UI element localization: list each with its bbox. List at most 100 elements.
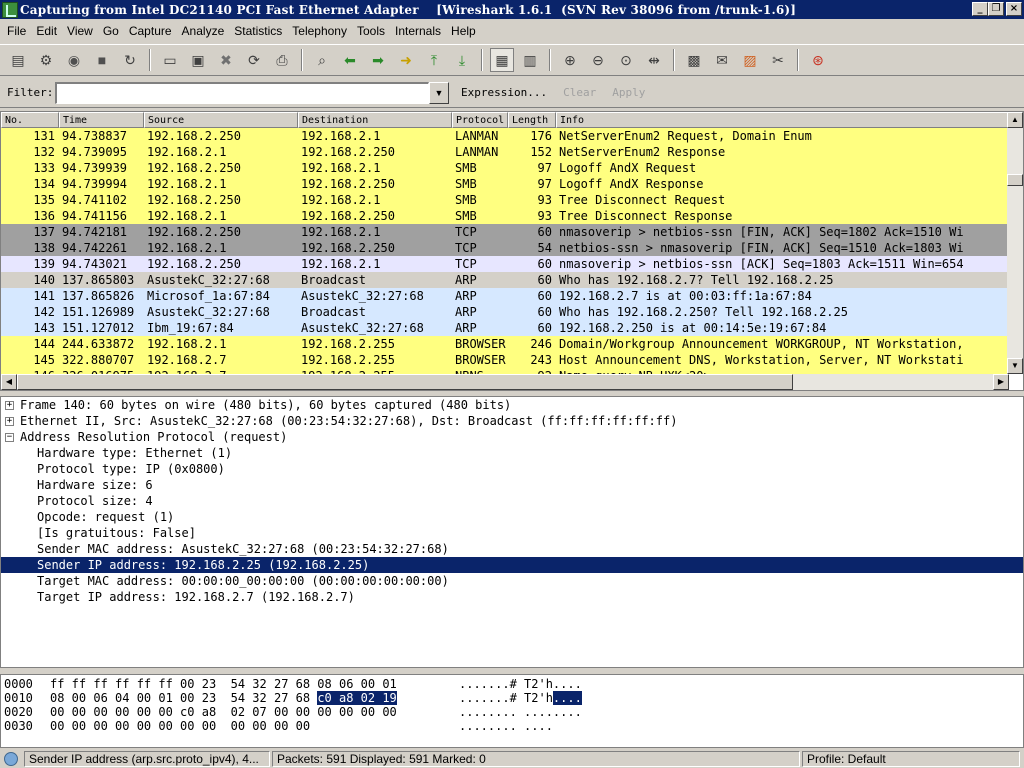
- packet-list-hscrollbar[interactable]: ◀ ▶: [1, 374, 1009, 390]
- coloring-rules-button[interactable]: ▨: [738, 48, 762, 72]
- packet-row[interactable]: 141 137.865826 Microsof_1a:67:84 AsustekC_3…: [1, 288, 1009, 304]
- menu-analyze[interactable]: Analyze: [177, 22, 230, 41]
- options-button[interactable]: ⚙: [34, 48, 58, 72]
- menu-edit[interactable]: Edit: [31, 22, 62, 41]
- save-button[interactable]: ▣: [186, 48, 210, 72]
- expand-icon[interactable]: +: [5, 416, 14, 426]
- first-button[interactable]: ⤒: [422, 48, 446, 72]
- packet-row[interactable]: 139 94.743021 192.168.2.250 192.168.2.1 TCP 6…: [1, 256, 1009, 272]
- packet-row[interactable]: 134 94.739994 192.168.2.1 192.168.2.250 SMB 9…: [1, 176, 1009, 192]
- zoom-out-button[interactable]: ⊖: [586, 48, 610, 72]
- packet-list-vscrollbar[interactable]: ▲ ▼: [1007, 112, 1023, 374]
- close-button[interactable]: ×: [1006, 2, 1022, 16]
- restart-button[interactable]: ↻: [118, 48, 142, 72]
- detail-field[interactable]: Target IP address: 192.168.2.7 (192.168.…: [1, 589, 1023, 605]
- packet-cell-src: 192.168.2.250: [147, 225, 241, 239]
- scroll-thumb[interactable]: [1007, 174, 1023, 186]
- menu-go[interactable]: Go: [98, 22, 124, 41]
- colorize-button[interactable]: ▦: [490, 48, 514, 72]
- menu-file[interactable]: File: [2, 22, 31, 41]
- detail-field[interactable]: Hardware size: 6: [1, 477, 1023, 493]
- packet-row[interactable]: 140 137.865803 AsustekC_32:27:68 Broadcast A…: [1, 272, 1009, 288]
- column-header-time[interactable]: Time: [59, 112, 144, 128]
- detail-field[interactable]: Sender MAC address: AsustekC_32:27:68 (0…: [1, 541, 1023, 557]
- help-button[interactable]: ⊛: [806, 48, 830, 72]
- packet-row[interactable]: 133 94.739939 192.168.2.250 192.168.2.1 SMB 9…: [1, 160, 1009, 176]
- detail-protocol-node[interactable]: + Frame 140: 60 bytes on wire (480 bits),…: [1, 397, 1023, 413]
- packet-row[interactable]: 143 151.127012 Ibm_19:67:84 AsustekC_32:27:…: [1, 320, 1009, 336]
- forward-button[interactable]: ➡: [366, 48, 390, 72]
- column-header-no[interactable]: No.: [1, 112, 59, 128]
- expand-icon[interactable]: +: [5, 400, 14, 410]
- detail-field[interactable]: Target MAC address: 00:00:00_00:00:00 (0…: [1, 573, 1023, 589]
- detail-protocol-node[interactable]: + Ethernet II, Src: AsustekC_32:27:68 (00…: [1, 413, 1023, 429]
- capture-filters-button[interactable]: ▩: [682, 48, 706, 72]
- expression-button[interactable]: Expression...: [457, 86, 551, 99]
- column-header-length[interactable]: Length: [508, 112, 556, 128]
- filter-dropdown-button[interactable]: ▼: [429, 81, 449, 104]
- preferences-button[interactable]: ✂: [766, 48, 790, 72]
- packet-row[interactable]: 137 94.742181 192.168.2.250 192.168.2.1 TCP 6…: [1, 224, 1009, 240]
- column-header-destination[interactable]: Destination: [298, 112, 452, 128]
- menu-internals[interactable]: Internals: [390, 22, 446, 41]
- packet-row[interactable]: 142 151.126989 AsustekC_32:27:68 Broadcast A…: [1, 304, 1009, 320]
- packet-cell-proto: BROWSER: [455, 353, 506, 367]
- detail-field[interactable]: [Is gratuitous: False]: [1, 525, 1023, 541]
- detail-protocol-node[interactable]: − Address Resolution Protocol (request): [1, 429, 1023, 445]
- restore-button[interactable]: ❐: [988, 2, 1004, 16]
- start-button[interactable]: ◉: [62, 48, 86, 72]
- apply-button[interactable]: Apply: [608, 86, 649, 99]
- scroll-right-arrow[interactable]: ▶: [993, 374, 1009, 390]
- packet-row[interactable]: 132 94.739095 192.168.2.1 192.168.2.250 LANM…: [1, 144, 1009, 160]
- display-filters-button[interactable]: ✉: [710, 48, 734, 72]
- scroll-up-arrow[interactable]: ▲: [1007, 112, 1023, 128]
- detail-field[interactable]: Sender IP address: 192.168.2.25 (192.168…: [1, 557, 1023, 573]
- menu-help[interactable]: Help: [446, 22, 481, 41]
- packet-row[interactable]: 136 94.741156 192.168.2.1 192.168.2.250 SMB 9…: [1, 208, 1009, 224]
- zoom-in-button[interactable]: ⊕: [558, 48, 582, 72]
- back-button[interactable]: ⬅: [338, 48, 362, 72]
- menu-statistics[interactable]: Statistics: [229, 22, 287, 41]
- menu-tools[interactable]: Tools: [352, 22, 390, 41]
- print-button[interactable]: ⎙: [270, 48, 294, 72]
- packet-row[interactable]: 144 244.633872 192.168.2.1 192.168.2.255 BRO…: [1, 336, 1009, 352]
- minimize-button[interactable]: _: [972, 2, 988, 16]
- status-profile[interactable]: Profile: Default: [802, 751, 1020, 767]
- interfaces-button[interactable]: ▤: [6, 48, 30, 72]
- clear-button[interactable]: Clear: [559, 86, 600, 99]
- column-header-source[interactable]: Source: [144, 112, 298, 128]
- find-button[interactable]: ⌕: [310, 48, 334, 72]
- menu-capture[interactable]: Capture: [124, 22, 177, 41]
- bytes-row[interactable]: 0020 00 00 00 00 00 00 c0 a8 02 07 00 00 …: [1, 705, 1023, 719]
- packet-row[interactable]: 145 322.880707 192.168.2.7 192.168.2.255 BRO…: [1, 352, 1009, 368]
- resize-columns-button[interactable]: ⇹: [642, 48, 666, 72]
- column-header-info[interactable]: Info: [556, 112, 1009, 128]
- packet-row[interactable]: 135 94.741102 192.168.2.250 192.168.2.1 SMB 9…: [1, 192, 1009, 208]
- detail-field[interactable]: Opcode: request (1): [1, 509, 1023, 525]
- menu-telephony[interactable]: Telephony: [287, 22, 352, 41]
- scroll-left-arrow[interactable]: ◀: [1, 374, 17, 390]
- collapse-icon[interactable]: −: [5, 432, 14, 442]
- last-button[interactable]: ⤓: [450, 48, 474, 72]
- scroll-down-arrow[interactable]: ▼: [1007, 358, 1023, 374]
- close-file-button[interactable]: ✖: [214, 48, 238, 72]
- zoom-normal-button[interactable]: ⊙: [614, 48, 638, 72]
- bytes-row[interactable]: 0030 00 00 00 00 00 00 00 00 00 00 00 00.…: [1, 719, 1023, 733]
- reload-button[interactable]: ⟳: [242, 48, 266, 72]
- column-header-protocol[interactable]: Protocol: [452, 112, 508, 128]
- bytes-row[interactable]: 0000 ff ff ff ff ff ff 00 23 54 32 27 68 …: [1, 677, 1023, 691]
- hscroll-thumb[interactable]: [17, 374, 793, 390]
- bytes-row[interactable]: 0010 08 00 06 04 00 01 00 23 54 32 27 68 …: [1, 691, 1023, 705]
- expert-info-icon[interactable]: [4, 752, 18, 766]
- packet-row[interactable]: 138 94.742261 192.168.2.1 192.168.2.250 TCP 5…: [1, 240, 1009, 256]
- detail-field[interactable]: Protocol type: IP (0x0800): [1, 461, 1023, 477]
- filter-input[interactable]: [55, 81, 429, 104]
- stop-button[interactable]: ■: [90, 48, 114, 72]
- detail-field[interactable]: Hardware type: Ethernet (1): [1, 445, 1023, 461]
- detail-field[interactable]: Protocol size: 4: [1, 493, 1023, 509]
- menu-view[interactable]: View: [62, 22, 98, 41]
- packet-row[interactable]: 131 94.738837 192.168.2.250 192.168.2.1 LANM…: [1, 128, 1009, 144]
- autoscroll-button[interactable]: ▥: [518, 48, 542, 72]
- goto-button[interactable]: ➜: [394, 48, 418, 72]
- open-button[interactable]: ▭: [158, 48, 182, 72]
